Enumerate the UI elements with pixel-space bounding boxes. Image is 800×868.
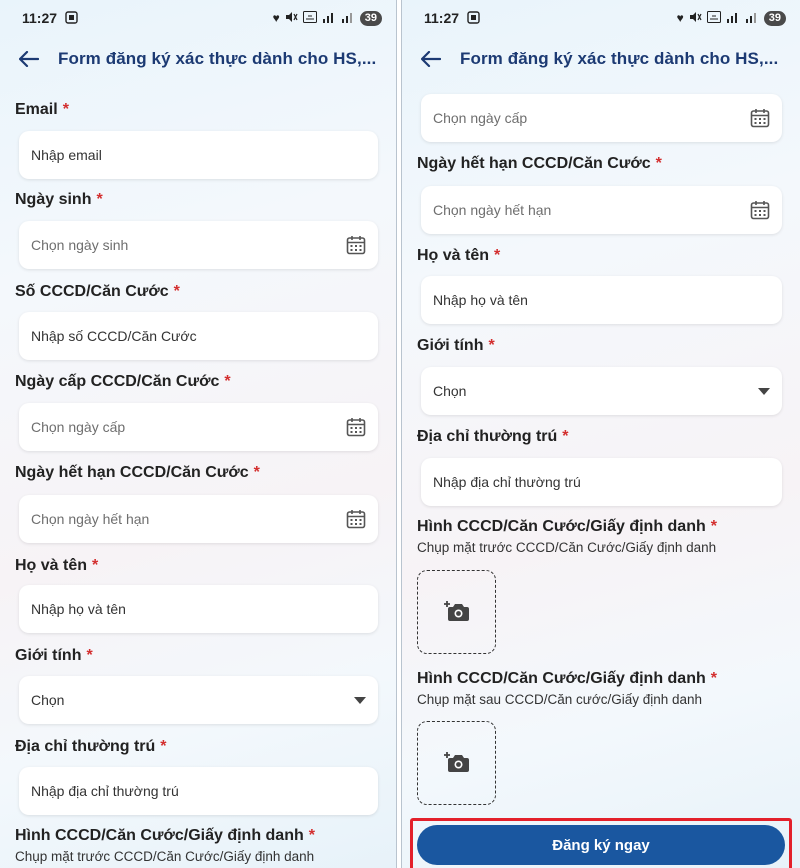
status-bar: 11:27 ♥ 39 <box>402 0 800 36</box>
gender-select[interactable]: Chọn <box>421 367 782 415</box>
add-photo-icon <box>443 752 469 772</box>
heart-icon: ♥ <box>272 11 280 25</box>
wifi-call-icon <box>302 11 317 25</box>
expiry-date-field[interactable]: Chọn ngày hết hạn <box>421 186 782 234</box>
heart-icon: ♥ <box>676 11 684 25</box>
submit-button[interactable]: Đăng ký ngay <box>417 825 785 865</box>
mute-icon <box>689 11 702 25</box>
address-label: Địa chỉ thường trú * <box>15 738 167 755</box>
battery-indicator: 39 <box>359 10 382 26</box>
id-number-label: Số CCCD/Căn Cước * <box>15 283 180 300</box>
back-button[interactable] <box>402 40 460 78</box>
address-field[interactable]: Nhập địa chỉ thường trú <box>421 458 782 506</box>
arrow-left-icon <box>19 51 39 67</box>
arrow-left-icon <box>421 51 441 67</box>
status-time: 11:27 <box>22 10 58 26</box>
issue-date-label: Ngày cấp CCCD/Căn Cước * <box>15 373 231 390</box>
status-time: 11:27 <box>424 10 460 26</box>
gender-label: Giới tính * <box>15 647 93 664</box>
id-front-label: Hình CCCD/Căn Cước/Giấy định danh * <box>15 827 315 844</box>
page-title: Form đăng ký xác thực dành cho HS,... <box>460 49 779 68</box>
screenshot-icon <box>65 10 78 26</box>
page-title: Form đăng ký xác thực dành cho HS,... <box>58 49 377 68</box>
id-front-hint: Chụp mặt trước CCCD/Căn Cước/Giấy định d… <box>417 540 717 555</box>
screen-left: 11:27 ♥ 39 Form đăng ký xác thực dành ch… <box>0 0 396 868</box>
wifi-call-icon <box>706 11 721 25</box>
full-name-label: Họ và tên * <box>417 247 501 264</box>
signal-icon-2 <box>341 11 355 25</box>
calendar-icon[interactable] <box>346 417 366 437</box>
full-name-field[interactable]: Nhập họ và tên <box>19 585 378 633</box>
calendar-icon[interactable] <box>750 200 770 220</box>
full-name-label: Họ và tên * <box>15 557 99 574</box>
id-back-hint: Chụp mặt sau CCCD/Căn cước/Giấy định dan… <box>417 692 703 707</box>
id-front-upload[interactable] <box>417 570 496 654</box>
full-name-field[interactable]: Nhập họ và tên <box>421 276 782 324</box>
submit-highlight: Đăng ký ngay <box>410 818 792 868</box>
email-field[interactable]: Nhập email <box>19 131 378 179</box>
id-back-label: Hình CCCD/Căn Cước/Giấy định danh * <box>417 670 717 687</box>
gender-label: Giới tính * <box>417 337 495 354</box>
expiry-date-label: Ngày hết hạn CCCD/Căn Cước * <box>15 464 260 481</box>
issue-date-field[interactable]: Chọn ngày cấp <box>19 403 378 451</box>
screen-right: 11:27 ♥ 39 Form đăng ký xác thực dành ch… <box>402 0 800 868</box>
app-bar: Form đăng ký xác thực dành cho HS,... <box>402 40 800 78</box>
expiry-date-label: Ngày hết hạn CCCD/Căn Cước * <box>417 155 662 172</box>
issue-date-field[interactable]: Chọn ngày cấp <box>421 94 782 142</box>
address-field[interactable]: Nhập địa chỉ thường trú <box>19 767 378 815</box>
add-photo-icon <box>443 601 469 621</box>
address-label: Địa chỉ thường trú * <box>417 428 569 445</box>
back-button[interactable] <box>0 40 58 78</box>
status-bar: 11:27 ♥ 39 <box>0 0 396 36</box>
calendar-icon[interactable] <box>750 108 770 128</box>
id-back-upload[interactable] <box>417 721 496 805</box>
signal-icon-2 <box>745 11 759 25</box>
screenshot-icon <box>467 10 480 26</box>
id-front-hint: Chụp mặt trước CCCD/Căn Cước/Giấy định d… <box>15 849 315 864</box>
battery-indicator: 39 <box>763 10 786 26</box>
expiry-date-field[interactable]: Chọn ngày hết hạn <box>19 495 378 543</box>
caret-down-icon <box>758 387 770 395</box>
calendar-icon[interactable] <box>346 509 366 529</box>
id-number-field[interactable]: Nhập số CCCD/Căn Cước <box>19 312 378 360</box>
dob-label: Ngày sinh * <box>15 191 103 208</box>
mute-icon <box>285 11 298 25</box>
signal-icon <box>726 11 740 25</box>
gender-select[interactable]: Chọn <box>19 676 378 724</box>
id-front-label: Hình CCCD/Căn Cước/Giấy định danh * <box>417 518 717 535</box>
dob-field[interactable]: Chọn ngày sinh <box>19 221 378 269</box>
caret-down-icon <box>354 696 366 704</box>
email-label: Email * <box>15 101 69 118</box>
signal-icon <box>322 11 336 25</box>
calendar-icon[interactable] <box>346 235 366 255</box>
app-bar: Form đăng ký xác thực dành cho HS,... <box>0 40 396 78</box>
